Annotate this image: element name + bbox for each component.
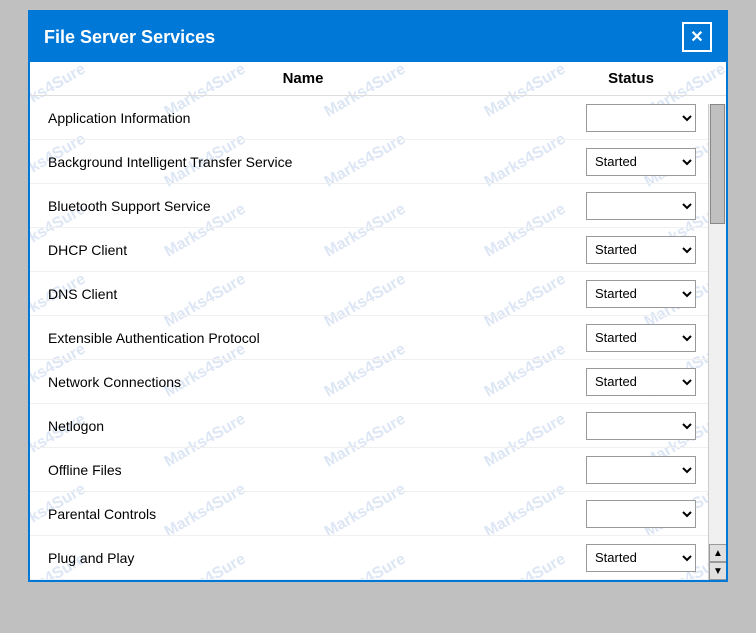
service-name: Bluetooth Support Service: [30, 198, 566, 214]
service-name: Plug and Play: [30, 550, 566, 566]
window-title: File Server Services: [44, 27, 215, 48]
status-select[interactable]: StartedStoppedPaused: [586, 236, 696, 264]
status-column-header: Status: [566, 70, 726, 87]
name-column-header: Name: [30, 70, 566, 87]
service-status-cell: StartedStoppedPaused: [566, 412, 726, 440]
service-name: DHCP Client: [30, 242, 566, 258]
table-row: DHCP Client StartedStoppedPaused: [30, 228, 726, 272]
table-row: Offline Files StartedStoppedPaused: [30, 448, 726, 492]
table-row: Plug and Play StartedStoppedPaused: [30, 536, 726, 580]
service-name: Offline Files: [30, 462, 566, 478]
service-status-cell: StartedStoppedPaused: [566, 104, 726, 132]
status-select[interactable]: StartedStoppedPaused: [586, 104, 696, 132]
service-status-cell: StartedStoppedPaused: [566, 456, 726, 484]
service-name: Parental Controls: [30, 506, 566, 522]
service-name: Netlogon: [30, 418, 566, 434]
service-name: Background Intelligent Transfer Service: [30, 154, 566, 170]
status-select[interactable]: StartedStoppedPaused: [586, 148, 696, 176]
status-select[interactable]: StartedStoppedPaused: [586, 368, 696, 396]
scrollbar-up-arrow[interactable]: ▲: [709, 544, 726, 562]
status-select[interactable]: StartedStoppedPaused: [586, 544, 696, 572]
table-row: Bluetooth Support Service StartedStoppedP…: [30, 184, 726, 228]
main-window: File Server Services ✕ Marks4SureMarks4S…: [28, 10, 728, 582]
scrollbar: ▲ ▼: [708, 104, 726, 580]
close-button[interactable]: ✕: [682, 22, 712, 52]
service-name: Network Connections: [30, 374, 566, 390]
status-select[interactable]: StartedStoppedPaused: [586, 280, 696, 308]
title-bar: File Server Services ✕: [30, 12, 726, 62]
status-select[interactable]: StartedStoppedPaused: [586, 456, 696, 484]
service-status-cell: StartedStoppedPaused: [566, 368, 726, 396]
table-header: Name Status: [30, 62, 726, 96]
status-select[interactable]: StartedStoppedPaused: [586, 500, 696, 528]
service-name: DNS Client: [30, 286, 566, 302]
table-row: Background Intelligent Transfer Service S…: [30, 140, 726, 184]
window-content: Marks4SureMarks4SureMarks4SureMarks4Sure…: [30, 62, 726, 580]
service-name: Application Information: [30, 110, 566, 126]
service-status-cell: StartedStoppedPaused: [566, 192, 726, 220]
service-name: Extensible Authentication Protocol: [30, 330, 566, 346]
status-select[interactable]: StartedStoppedPaused: [586, 412, 696, 440]
scrollbar-thumb[interactable]: [710, 104, 725, 224]
rows-container: Application Information StartedStoppedPau…: [30, 96, 726, 580]
table-row: Extensible Authentication Protocol Starte…: [30, 316, 726, 360]
scrollbar-down-arrow[interactable]: ▼: [709, 562, 726, 580]
service-status-cell: StartedStoppedPaused: [566, 148, 726, 176]
table-row: Parental Controls StartedStoppedPaused: [30, 492, 726, 536]
table-row: DNS Client StartedStoppedPaused: [30, 272, 726, 316]
table-row: Netlogon StartedStoppedPaused: [30, 404, 726, 448]
table-row: Network Connections StartedStoppedPaused: [30, 360, 726, 404]
service-status-cell: StartedStoppedPaused: [566, 500, 726, 528]
status-select[interactable]: StartedStoppedPaused: [586, 324, 696, 352]
service-status-cell: StartedStoppedPaused: [566, 236, 726, 264]
service-status-cell: StartedStoppedPaused: [566, 324, 726, 352]
services-table: Name Status Application Information Start…: [30, 62, 726, 580]
service-status-cell: StartedStoppedPaused: [566, 544, 726, 572]
table-row: Application Information StartedStoppedPau…: [30, 96, 726, 140]
service-status-cell: StartedStoppedPaused: [566, 280, 726, 308]
status-select[interactable]: StartedStoppedPaused: [586, 192, 696, 220]
